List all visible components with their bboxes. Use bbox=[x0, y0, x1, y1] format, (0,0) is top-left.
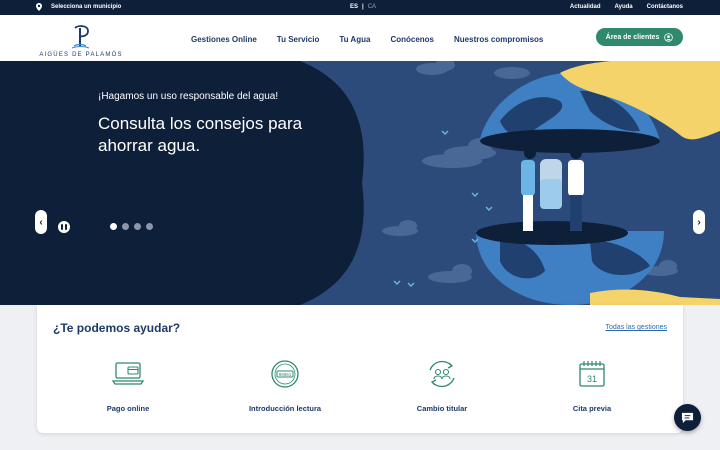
users-exchange-icon bbox=[429, 360, 455, 388]
link-contactanos[interactable]: Contáctanos bbox=[647, 4, 683, 10]
main-nav: Gestiones Online Tu Servicio Tu Agua Con… bbox=[191, 35, 543, 44]
site-logo[interactable]: AIGÜES DE PALAMÓS bbox=[38, 24, 124, 58]
carousel-pause-button[interactable] bbox=[58, 221, 70, 233]
link-ayuda[interactable]: Ayuda bbox=[615, 4, 633, 10]
logo-p-icon bbox=[71, 25, 90, 49]
help-panel: ¿Te podemos ayudar? Todas las gestiones … bbox=[37, 305, 683, 433]
service-introduccion-lectura[interactable]: 00001 Introducción lectura bbox=[225, 358, 345, 413]
main-header: AIGÜES DE PALAMÓS Gestiones Online Tu Se… bbox=[0, 15, 720, 61]
top-links: Actualidad Ayuda Contáctanos bbox=[570, 4, 683, 10]
location-pin-icon bbox=[36, 3, 42, 11]
carousel-dot-1[interactable] bbox=[110, 223, 117, 230]
chat-button[interactable] bbox=[674, 404, 701, 431]
nav-tu-agua[interactable]: Tu Agua bbox=[339, 35, 370, 44]
meter-digits: 00001 bbox=[279, 374, 292, 378]
all-procedures-link[interactable]: Todas las gestiones bbox=[606, 324, 667, 331]
carousel-prev-button[interactable]: ‹ bbox=[35, 210, 47, 234]
pause-icon-bar bbox=[61, 224, 63, 230]
client-area-label: Área de clientes bbox=[605, 33, 660, 41]
carousel-dot-3[interactable] bbox=[134, 223, 141, 230]
carousel-dot-4[interactable] bbox=[146, 223, 153, 230]
hero-title[interactable]: Consulta los consejos para ahorrar agua. bbox=[98, 113, 328, 157]
service-cambio-titular[interactable]: Cambio titular bbox=[382, 358, 502, 413]
hero-subtitle: ¡Hagamos un uso responsable del agua! bbox=[98, 91, 279, 102]
service-cita-previa[interactable]: 31 Cita previa bbox=[532, 358, 652, 413]
chevron-right-icon: › bbox=[697, 216, 701, 228]
carousel-dots bbox=[110, 223, 153, 230]
service-pago-online[interactable]: Pago online bbox=[68, 358, 188, 413]
client-area-button[interactable]: Área de clientes bbox=[596, 28, 683, 46]
service-label: Cita previa bbox=[572, 404, 612, 413]
municipality-label: Selecciona un municipio bbox=[51, 4, 122, 10]
calendar-day: 31 bbox=[587, 374, 597, 384]
pause-icon-bar bbox=[65, 224, 67, 230]
language-switcher: ES | CA bbox=[350, 4, 376, 10]
logo-text: AIGÜES DE PALAMÓS bbox=[39, 52, 123, 58]
service-label: Cambio titular bbox=[416, 404, 468, 413]
nav-nuestros-compromisos[interactable]: Nuestros compromisos bbox=[454, 35, 543, 44]
user-circle-icon bbox=[664, 32, 674, 42]
calendar-icon: 31 bbox=[579, 361, 605, 387]
nav-conocenos[interactable]: Conócenos bbox=[390, 35, 434, 44]
nav-tu-servicio[interactable]: Tu Servicio bbox=[277, 35, 320, 44]
lang-ca[interactable]: CA bbox=[368, 4, 376, 10]
lang-es[interactable]: ES bbox=[350, 4, 358, 10]
carousel-dot-2[interactable] bbox=[122, 223, 129, 230]
lang-separator: | bbox=[362, 4, 364, 10]
service-label: Introducción lectura bbox=[248, 404, 322, 413]
laptop-card-icon bbox=[111, 362, 145, 385]
hero-carousel: ¡Hagamos un uso responsable del agua! Co… bbox=[0, 61, 720, 305]
carousel-next-button[interactable]: › bbox=[693, 210, 705, 234]
municipality-selector[interactable]: Selecciona un municipio bbox=[36, 3, 121, 11]
help-heading: ¿Te podemos ayudar? bbox=[53, 321, 181, 335]
service-label: Pago online bbox=[106, 404, 150, 413]
meter-icon: 00001 bbox=[271, 360, 299, 388]
chat-bubble-icon bbox=[681, 412, 694, 424]
top-bar: Selecciona un municipio ES | CA Actualid… bbox=[0, 0, 720, 15]
nav-gestiones-online[interactable]: Gestiones Online bbox=[191, 35, 257, 44]
chevron-left-icon: ‹ bbox=[39, 216, 43, 228]
link-actualidad[interactable]: Actualidad bbox=[570, 4, 601, 10]
